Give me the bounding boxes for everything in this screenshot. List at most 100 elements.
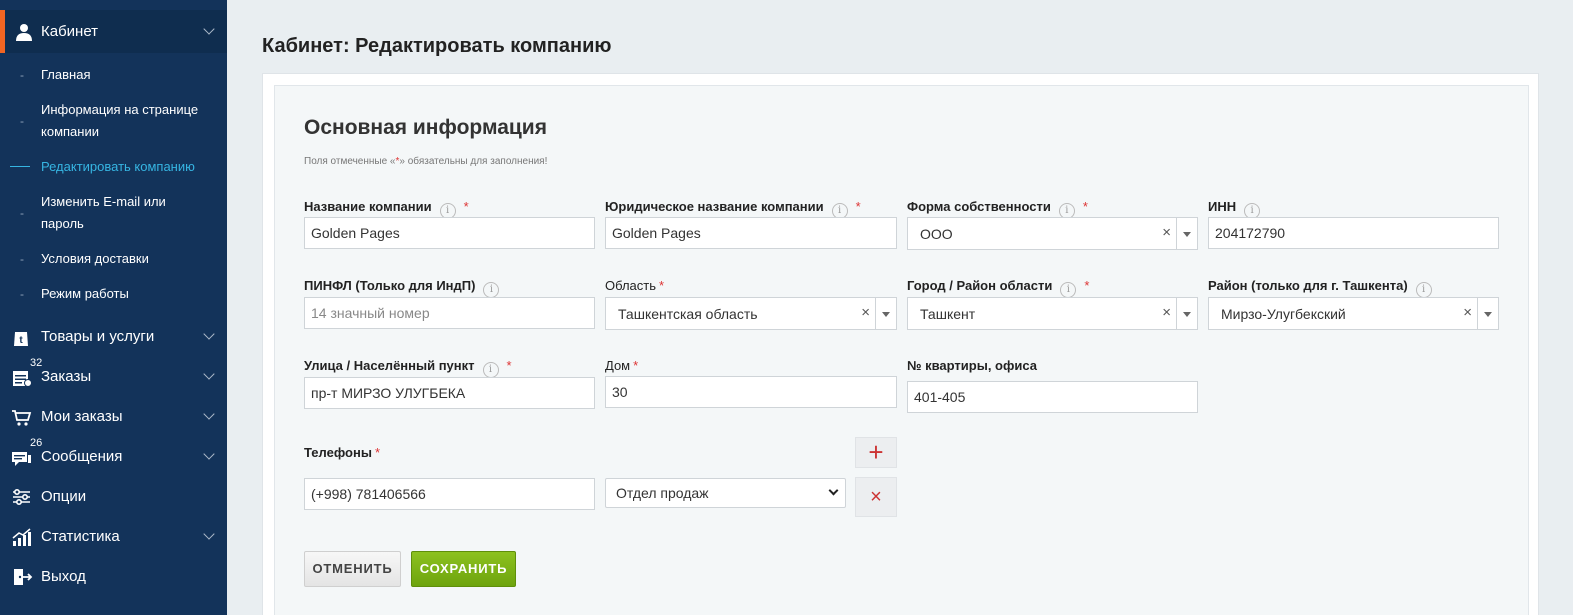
required-mark: * [659, 278, 665, 293]
select-value: Мирзо-Улугбекский [1221, 306, 1346, 322]
label-text: ИНН [1208, 199, 1237, 214]
phones-label: Телефоны * [304, 444, 380, 462]
dash-icon: - [20, 252, 24, 266]
dash-icon: - [20, 287, 24, 301]
clear-icon[interactable]: × [1463, 304, 1472, 321]
select-value: Ташкентская область [618, 306, 758, 322]
pinfl-label: ПИНФЛ (Только для ИндП) i [304, 277, 500, 298]
sidebar-subitem-label: Редактировать компанию [41, 159, 195, 174]
label-text: № квартиры, офиса [907, 358, 1037, 373]
sidebar: Кабинет - Главная - Информация на страни… [0, 0, 227, 615]
city-select[interactable]: Ташкент × [907, 297, 1198, 330]
phone-input[interactable]: (+998) 781406566 [304, 478, 595, 510]
chevron-down-icon [203, 328, 215, 340]
messages-icon [12, 452, 31, 466]
dash-icon: - [20, 68, 24, 82]
district-select[interactable]: Мирзо-Улугбекский × [1208, 297, 1499, 330]
pinfl-input[interactable]: 14 значный номер [304, 297, 595, 329]
clear-icon[interactable]: × [1162, 304, 1171, 321]
select-separator [1477, 298, 1478, 329]
dropdown-arrow-icon[interactable] [882, 312, 890, 317]
inn-input[interactable]: 204172790 [1208, 217, 1499, 249]
dropdown-arrow-icon[interactable] [1183, 232, 1191, 237]
select-value: ООО [920, 226, 953, 242]
label-text: Район (только для г. Ташкента) [1208, 278, 1408, 293]
select-value: Ташкент [920, 306, 976, 322]
section-title: Основная информация [304, 116, 547, 139]
label-text: Телефоны [304, 445, 372, 460]
sidebar-item-goods[interactable]: t Товары и услуги [0, 322, 227, 352]
company-name-input[interactable]: Golden Pages [304, 217, 595, 249]
sidebar-item-statistics[interactable]: Статистика [0, 522, 227, 552]
sidebar-item-label: Опции [41, 488, 87, 505]
ownership-label: Форма собственности i * [907, 198, 1088, 219]
sidebar-item-messages[interactable]: 26 Сообщения [0, 437, 227, 472]
required-mark: * [463, 199, 469, 214]
remove-phone-button[interactable]: × [855, 477, 897, 517]
sidebar-item-label: Заказы [41, 368, 92, 385]
dropdown-arrow-icon[interactable] [1183, 312, 1191, 317]
label-text: Название компании [304, 199, 432, 214]
cart-icon [12, 410, 32, 426]
chevron-down-icon [203, 408, 215, 420]
house-input[interactable]: 30 [605, 376, 897, 408]
select-separator [1176, 298, 1177, 329]
sidebar-subitem-label: Главная [41, 67, 91, 82]
sidebar-subitem-label: Изменить E-mail или пароль [41, 194, 166, 231]
sidebar-item-my-orders[interactable]: Мои заказы [0, 402, 227, 432]
house-label: Дом * [605, 357, 638, 375]
info-icon[interactable]: i [1415, 282, 1432, 298]
label-text: Форма собственности [907, 199, 1051, 214]
sidebar-item-orders[interactable]: 32 Заказы [0, 357, 227, 392]
city-label: Город / Район области i * [907, 277, 1090, 298]
select-separator [1176, 218, 1177, 249]
select-value: Отдел продаж [616, 485, 709, 501]
sidebar-subitem-label: Информация на странице компании [41, 102, 199, 139]
sidebar-item-logout[interactable]: Выход [0, 562, 227, 592]
shopping-bag-icon: t [14, 332, 28, 346]
apartment-input[interactable]: 401-405 [907, 381, 1198, 413]
required-mark: * [633, 358, 639, 373]
dash-icon: - [20, 206, 24, 220]
add-phone-button[interactable]: + [855, 437, 897, 468]
legal-name-label: Юридическое название компании i * [605, 198, 861, 219]
required-mark: * [855, 199, 861, 214]
save-button[interactable]: СОХРАНИТЬ [411, 551, 516, 587]
cancel-button[interactable]: ОТМЕНИТЬ [304, 551, 401, 587]
hint-prefix: Поля отмеченные « [304, 156, 396, 167]
sidebar-item-label: Сообщения [41, 448, 123, 465]
phone-type-select[interactable]: Отдел продаж [605, 478, 846, 508]
inn-label: ИНН i [1208, 198, 1261, 219]
sidebar-item-cabinet[interactable]: Кабинет [0, 10, 227, 53]
sidebar-item-label: Выход [41, 568, 86, 585]
sidebar-subitem-label: Условия доставки [41, 251, 149, 266]
hint-suffix: » обязательны для заполнения! [399, 156, 548, 167]
legal-name-input[interactable]: Golden Pages [605, 217, 897, 249]
chevron-down-icon [203, 368, 215, 380]
sidebar-item-label: Мои заказы [41, 408, 123, 425]
region-label: Область * [605, 277, 664, 295]
sidebar-item-label: Статистика [41, 528, 120, 545]
user-icon [16, 24, 32, 41]
label-text: Юридическое название компании [605, 199, 824, 214]
district-label: Район (только для г. Ташкента) i [1208, 277, 1432, 298]
ownership-select[interactable]: ООО × [907, 217, 1198, 250]
label-text: ПИНФЛ (Только для ИндП) [304, 278, 476, 293]
select-separator [875, 298, 876, 329]
label-text: Область [605, 278, 657, 293]
street-label: Улица / Населённый пункт i * [304, 357, 512, 378]
street-input[interactable]: пр-т МИРЗО УЛУГБЕКА [304, 377, 595, 409]
sidebar-item-label: Товары и услуги [41, 328, 155, 345]
dropdown-arrow-icon[interactable] [1484, 312, 1492, 317]
clear-icon[interactable]: × [861, 304, 870, 321]
region-select[interactable]: Ташкентская область × [605, 297, 897, 330]
required-mark: * [1084, 278, 1090, 293]
chart-icon [12, 528, 31, 546]
sidebar-item-options[interactable]: Опции [0, 482, 227, 512]
info-icon[interactable]: i [482, 362, 499, 378]
sidebar-subitem-label: Режим работы [41, 286, 129, 301]
logout-icon [14, 569, 33, 585]
dash-icon: - [20, 114, 24, 128]
company-name-label: Название компании i * [304, 198, 469, 219]
clear-icon[interactable]: × [1162, 224, 1171, 241]
